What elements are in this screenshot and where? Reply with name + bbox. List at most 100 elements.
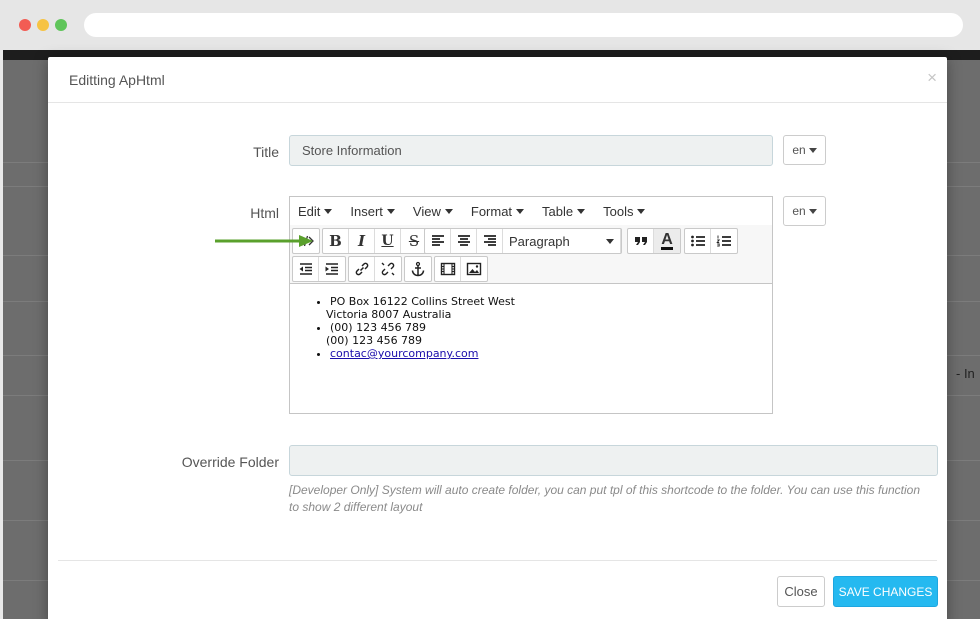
blockquote-icon [634, 237, 647, 245]
italic-button[interactable]: I [349, 229, 375, 253]
close-button[interactable]: Close [777, 576, 825, 607]
menu-format-label: Format [470, 203, 513, 219]
store-info-list: PO Box 16122 Collins Street West Victori… [314, 295, 772, 360]
underline-button[interactable]: U [375, 229, 401, 253]
text-color-icon: A [661, 231, 673, 250]
align-center-button[interactable] [451, 229, 477, 253]
modal-close-icon[interactable]: × [927, 69, 937, 86]
edit-aphtml-modal: Editting ApHtml × Title Store Informatio… [48, 57, 947, 619]
menu-tools[interactable]: Tools [599, 203, 646, 219]
anchor-button[interactable] [405, 257, 431, 281]
title-label: Title [253, 144, 279, 160]
window-maximize-dot[interactable] [55, 19, 67, 31]
menu-view-label: View [412, 203, 441, 219]
align-right-icon [483, 235, 496, 246]
toolbar-group-quote-color: A [627, 228, 681, 254]
link-button[interactable] [349, 257, 375, 281]
background-partial-text: - In [956, 366, 975, 381]
rich-text-editor: Edit Insert View Format Table Tools B I … [289, 196, 773, 414]
indent-icon [325, 263, 338, 275]
toolbar-group-formatting: B I U S [322, 228, 428, 254]
bold-icon: B [329, 232, 342, 250]
align-left-icon [431, 235, 444, 246]
unlink-icon [381, 262, 395, 276]
strikethrough-icon: S [408, 232, 420, 250]
link-icon [355, 262, 368, 276]
menu-table-label: Table [542, 203, 574, 219]
blockquote-button[interactable] [628, 229, 654, 253]
anchor-icon [411, 261, 425, 277]
menu-view[interactable]: View [409, 204, 453, 219]
paragraph-format-select[interactable]: Paragraph [503, 229, 621, 253]
editor-toolbar: B I U S Paragraph A [290, 225, 772, 284]
media-button[interactable] [435, 257, 461, 281]
image-icon [466, 262, 482, 276]
outdent-icon [299, 263, 312, 275]
bullet-list-icon [690, 235, 705, 247]
editor-content[interactable]: PO Box 16122 Collins Street West Victori… [290, 285, 772, 413]
align-right-button[interactable] [477, 229, 503, 253]
menu-edit[interactable]: Edit [294, 203, 333, 219]
html-label: Html [250, 205, 279, 221]
title-language-value: en [792, 143, 806, 157]
chevron-down-icon [516, 208, 525, 214]
menu-edit-label: Edit [298, 203, 321, 219]
menu-format[interactable]: Format [467, 203, 525, 219]
save-changes-button[interactable]: SAVE CHANGES [833, 576, 938, 607]
bold-button[interactable]: B [323, 229, 349, 253]
phone-line-1: (00) 123 456 789 [330, 321, 427, 334]
media-icon [440, 262, 455, 276]
email-link[interactable]: contac@yourcompany.com [330, 347, 478, 360]
numbered-list-icon [716, 235, 731, 247]
toolbar-group-anchor [404, 256, 432, 282]
modal-footer-divider [58, 560, 937, 561]
chevron-down-icon [606, 238, 614, 244]
menu-insert[interactable]: Insert [346, 204, 395, 219]
phone-line-2: (00) 123 456 789 [326, 334, 423, 347]
chevron-down-icon [808, 147, 817, 153]
chevron-down-icon [637, 208, 646, 214]
paragraph-format-value: Paragraph [509, 233, 570, 249]
title-language-dropdown[interactable]: en [783, 135, 826, 165]
numbered-list-button[interactable] [711, 229, 737, 253]
chevron-down-icon [577, 208, 586, 214]
image-button[interactable] [461, 257, 487, 281]
window-close-dot[interactable] [19, 19, 31, 31]
chevron-down-icon [324, 208, 333, 214]
toolbar-group-indent [292, 256, 346, 282]
address-line-2: Victoria 8007 Australia [326, 308, 452, 321]
toolbar-group-lists [684, 228, 738, 254]
italic-icon: I [357, 232, 366, 250]
unlink-button[interactable] [375, 257, 401, 281]
chevron-down-icon [444, 208, 453, 214]
chevron-down-icon [386, 208, 395, 214]
html-language-value: en [792, 204, 806, 218]
editor-menubar: Edit Insert View Format Table Tools [290, 197, 772, 225]
list-item: (00) 123 456 789 [330, 321, 772, 334]
address-bar[interactable] [84, 13, 963, 37]
address-line-1: PO Box 16122 Collins Street West [330, 295, 515, 308]
align-center-icon [457, 235, 470, 246]
toolbar-group-media [434, 256, 488, 282]
underline-icon: U [381, 233, 394, 249]
html-language-dropdown[interactable]: en [783, 196, 826, 226]
window-minimize-dot[interactable] [37, 19, 49, 31]
list-item: PO Box 16122 Collins Street West [330, 295, 772, 308]
bullet-list-button[interactable] [685, 229, 711, 253]
menu-tools-label: Tools [603, 203, 634, 219]
override-folder-label: Override Folder [181, 454, 279, 470]
toolbar-group-links [348, 256, 402, 282]
override-folder-input[interactable] [289, 445, 938, 476]
indent-button[interactable] [319, 257, 345, 281]
title-input[interactable]: Store Information [289, 135, 773, 166]
modal-title: Editting ApHtml [69, 72, 165, 88]
modal-header: Editting ApHtml × [48, 57, 947, 103]
outdent-button[interactable] [293, 257, 319, 281]
text-color-button[interactable]: A [654, 229, 680, 253]
override-folder-help: [Developer Only] System will auto create… [289, 483, 921, 514]
list-item: contac@yourcompany.com [330, 347, 772, 360]
menu-table[interactable]: Table [538, 203, 586, 219]
align-left-button[interactable] [425, 229, 451, 253]
browser-titlebar [0, 0, 980, 50]
menu-insert-label: Insert [350, 203, 383, 219]
